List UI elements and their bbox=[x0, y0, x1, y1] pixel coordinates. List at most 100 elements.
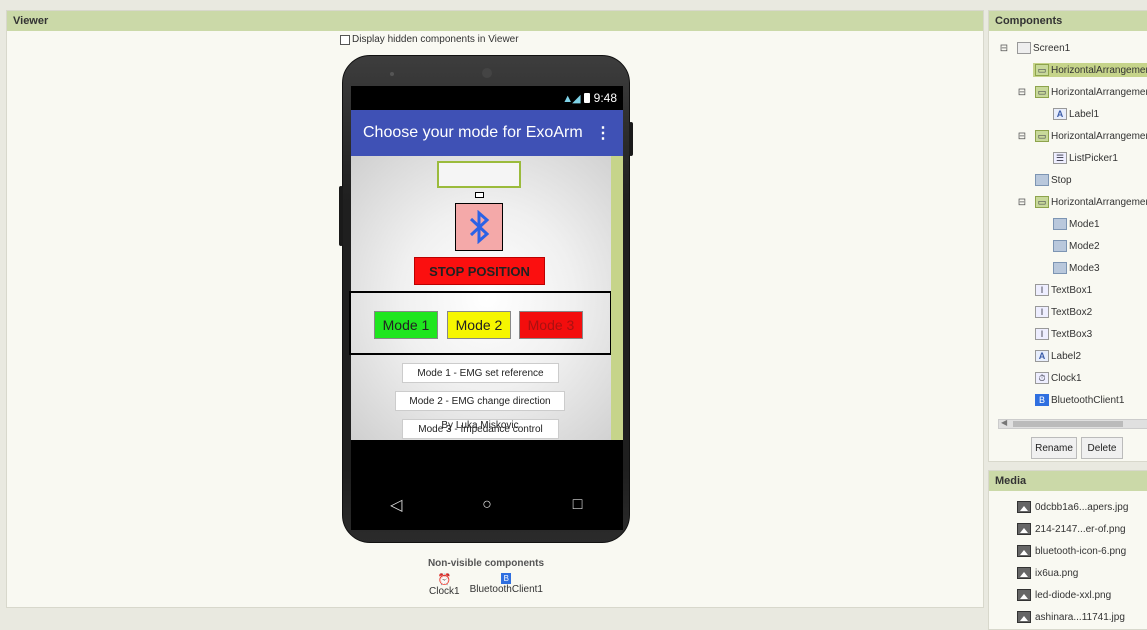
button-icon bbox=[1035, 174, 1049, 186]
component-tree-item-content[interactable]: I TextBox1 bbox=[1033, 283, 1094, 297]
display-hidden-toggle[interactable]: Display hidden components in Viewer bbox=[340, 34, 519, 45]
non-visible-components: Non-visible components ⏰ Clock1 B Blueto… bbox=[340, 558, 632, 597]
media-file-item[interactable]: ix6ua.png bbox=[1017, 567, 1078, 579]
speaker-dot bbox=[390, 72, 394, 76]
textbox-icon: I bbox=[1035, 284, 1049, 296]
component-tree-item[interactable]: ⏱ Clock1 bbox=[989, 367, 1147, 389]
component-tree-item-content[interactable]: ▭HorizontalArrangement1 bbox=[1033, 63, 1147, 77]
mode-2-button[interactable]: Mode 2 bbox=[447, 311, 511, 339]
component-tree-item-content[interactable]: A Label2 bbox=[1033, 349, 1083, 363]
component-tree-item-content[interactable]: ☰ ListPicker1 bbox=[1051, 151, 1120, 165]
scrollbar-thumb[interactable] bbox=[1013, 421, 1123, 427]
nonvisible-clock[interactable]: ⏰ Clock1 bbox=[429, 573, 460, 597]
label1-box bbox=[475, 192, 484, 198]
textbox-icon: I bbox=[1035, 306, 1049, 318]
component-tree-item-content[interactable]: I TextBox3 bbox=[1033, 327, 1094, 341]
scroll-left-icon[interactable]: ◀ bbox=[1001, 418, 1007, 427]
component-tree-item-content[interactable]: A Label1 bbox=[1051, 107, 1101, 121]
image-file-icon bbox=[1017, 545, 1031, 557]
screen-icon bbox=[1017, 42, 1031, 54]
component-tree-item[interactable]: Stop bbox=[989, 169, 1147, 191]
media-file-name: ix6ua.png bbox=[1035, 567, 1079, 579]
bluetooth-icon: B bbox=[1035, 394, 1049, 406]
media-file-name: ashinara...11741.jpg bbox=[1035, 611, 1125, 623]
component-tree-item-content[interactable]: ▭HorizontalArrangement2 bbox=[1033, 85, 1147, 99]
component-tree-item[interactable]: ▭HorizontalArrangement1 bbox=[989, 59, 1147, 81]
component-tree-item[interactable]: Mode1 bbox=[989, 213, 1147, 235]
component-tree-item-content[interactable]: Screen1 bbox=[1015, 41, 1072, 55]
component-tree-item[interactable]: ⊟ Screen1 bbox=[989, 37, 1147, 59]
collapse-toggle-icon[interactable]: ⊟ bbox=[1017, 87, 1027, 98]
media-file-item[interactable]: bluetooth-icon-6.png bbox=[1017, 545, 1126, 557]
components-title: Components bbox=[989, 11, 1147, 31]
mode-3-button[interactable]: Mode 3 bbox=[519, 311, 583, 339]
component-tree-item[interactable]: ☰ ListPicker1 bbox=[989, 147, 1147, 169]
component-tree: ⊟Screen1▭HorizontalArrangement1⊟▭Horizon… bbox=[989, 31, 1147, 411]
tree-horizontal-scrollbar[interactable]: ◀ bbox=[998, 418, 1147, 429]
phone-screen: ▲◢ 9:48 Choose your mode for ExoArm ⋮ ST… bbox=[349, 86, 623, 530]
component-tree-item[interactable]: I TextBox1 bbox=[989, 279, 1147, 301]
component-tree-item-content[interactable]: Mode1 bbox=[1051, 217, 1102, 231]
screen-scroll-strip bbox=[611, 156, 623, 440]
listpicker-box[interactable] bbox=[437, 161, 521, 188]
nonvisible-bluetooth-label: BluetoothClient1 bbox=[469, 584, 543, 595]
mode-1-button[interactable]: Mode 1 bbox=[374, 311, 438, 339]
delete-button[interactable]: Delete bbox=[1081, 437, 1123, 459]
component-tree-item[interactable]: A Label2 bbox=[989, 345, 1147, 367]
clock-icon: ⏱ bbox=[1035, 372, 1049, 384]
component-tree-item-content[interactable]: Stop bbox=[1033, 173, 1074, 187]
media-file-item[interactable]: 0dcbb1a6...apers.jpg bbox=[1017, 501, 1128, 513]
component-tree-item-content[interactable]: B BluetoothClient1 bbox=[1033, 393, 1126, 407]
textbox-1[interactable]: Mode 1 - EMG set reference bbox=[402, 363, 559, 383]
component-tree-item-content[interactable]: ▭HorizontalArrangement4 bbox=[1033, 195, 1147, 209]
collapse-toggle-icon[interactable]: ⊟ bbox=[999, 43, 1009, 54]
component-tree-item-content[interactable]: ▭HorizontalArrangement3 bbox=[1033, 129, 1147, 143]
image-file-icon bbox=[1017, 611, 1031, 623]
author-label: By Luka Miskovic bbox=[441, 420, 519, 431]
overflow-menu-icon[interactable]: ⋮ bbox=[595, 123, 611, 143]
media-file-item[interactable]: ashinara...11741.jpg bbox=[1017, 611, 1125, 623]
component-tree-label: HorizontalArrangement2 bbox=[1051, 86, 1147, 98]
media-file-name: 214-2147...er-of.png bbox=[1035, 523, 1126, 535]
component-tree-item[interactable]: Mode2 bbox=[989, 235, 1147, 257]
label-icon: A bbox=[1053, 108, 1067, 120]
component-tree-item-content[interactable]: I TextBox2 bbox=[1033, 305, 1094, 319]
app-title: Choose your mode for ExoArm bbox=[363, 124, 583, 141]
button-icon bbox=[1053, 262, 1067, 274]
status-bar: ▲◢ 9:48 bbox=[351, 86, 623, 110]
display-hidden-checkbox[interactable] bbox=[340, 34, 350, 45]
recents-square-icon[interactable]: □ bbox=[563, 496, 593, 514]
component-tree-label: HorizontalArrangement1 bbox=[1051, 64, 1147, 76]
home-circle-icon[interactable]: ○ bbox=[472, 496, 502, 514]
component-tree-item[interactable]: ⊟ ▭HorizontalArrangement2 bbox=[989, 81, 1147, 103]
stop-position-button[interactable]: STOP POSITION bbox=[414, 257, 545, 285]
textbox-2[interactable]: Mode 2 - EMG change direction bbox=[395, 391, 565, 411]
component-tree-item-content[interactable]: ⏱ Clock1 bbox=[1033, 371, 1084, 385]
media-file-item[interactable]: 214-2147...er-of.png bbox=[1017, 523, 1126, 535]
component-tree-item[interactable]: A Label1 bbox=[989, 103, 1147, 125]
image-file-icon bbox=[1017, 589, 1031, 601]
collapse-toggle-icon[interactable]: ⊟ bbox=[1017, 131, 1027, 142]
component-tree-item[interactable]: Mode3 bbox=[989, 257, 1147, 279]
bluetooth-image[interactable] bbox=[455, 203, 503, 251]
image-file-icon bbox=[1017, 501, 1031, 513]
component-tree-item[interactable]: ⊟ ▭HorizontalArrangement3 bbox=[989, 125, 1147, 147]
nonvisible-bluetooth[interactable]: B BluetoothClient1 bbox=[470, 573, 543, 597]
component-tree-item[interactable]: I TextBox2 bbox=[989, 301, 1147, 323]
back-triangle-icon[interactable]: ◁ bbox=[381, 495, 411, 515]
display-hidden-label: Display hidden components in Viewer bbox=[352, 34, 519, 45]
component-tree-item[interactable]: I TextBox3 bbox=[989, 323, 1147, 345]
collapse-toggle-icon[interactable]: ⊟ bbox=[1017, 197, 1027, 208]
viewer-title: Viewer bbox=[7, 11, 983, 31]
horizontal-arrangement-icon: ▭ bbox=[1035, 130, 1049, 142]
app-bar: Choose your mode for ExoArm ⋮ bbox=[351, 110, 623, 156]
component-tree-item-content[interactable]: Mode2 bbox=[1051, 239, 1102, 253]
rename-button[interactable]: Rename bbox=[1031, 437, 1077, 459]
component-tree-label: Mode3 bbox=[1069, 262, 1100, 274]
component-tree-item[interactable]: B BluetoothClient1 bbox=[989, 389, 1147, 411]
media-file-item[interactable]: led-diode-xxl.png bbox=[1017, 589, 1111, 601]
component-tree-item[interactable]: ⊟ ▭HorizontalArrangement4 bbox=[989, 191, 1147, 213]
wifi-signal-icon: ▲◢ bbox=[562, 92, 580, 105]
component-tree-item-content[interactable]: Mode3 bbox=[1051, 261, 1102, 275]
textbox-icon: I bbox=[1035, 328, 1049, 340]
